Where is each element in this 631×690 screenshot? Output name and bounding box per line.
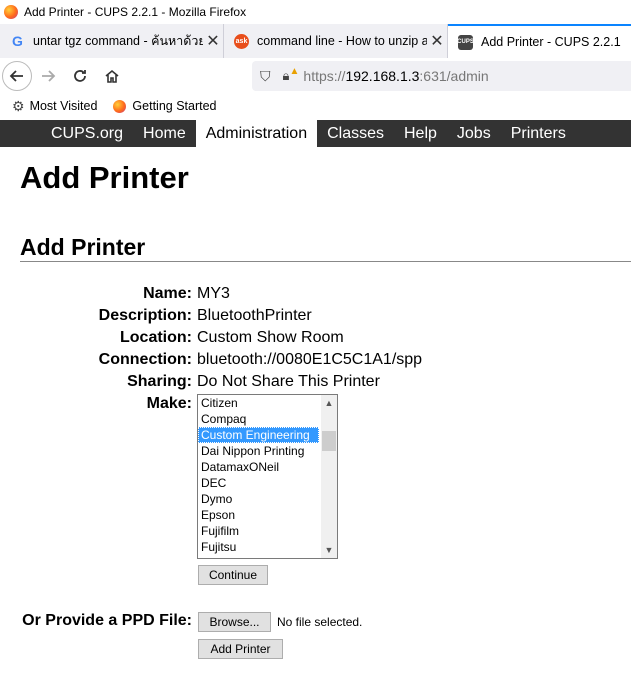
firefox-icon [4,5,18,19]
field-label: Location: [120,329,192,346]
home-button[interactable] [96,60,128,92]
field-make: Make: [0,395,192,415]
bookmark-most-visited[interactable]: ⚙ Most Visited [12,98,97,115]
scroll-up-icon[interactable]: ▲ [321,395,337,411]
menu-administration[interactable]: Administration [195,120,318,147]
menu-home[interactable]: Home [133,120,196,147]
lock-warning-icon[interactable]: 🔒︎ ▲ [283,66,300,84]
make-option-selected[interactable]: Custom Engineering [198,427,319,443]
make-option[interactable]: Fujifilm [198,523,337,539]
field-label: Connection: [98,351,192,368]
close-icon[interactable]: ✕ [427,31,447,51]
google-icon: G [12,33,23,49]
make-option[interactable]: Dymo [198,491,337,507]
forward-button[interactable] [32,60,64,92]
make-option[interactable]: DEC [198,475,337,491]
field-label: Name: [143,285,192,302]
make-option[interactable]: Epson [198,507,337,523]
bookmark-getting-started[interactable]: Getting Started [109,99,217,113]
menu-cups-org[interactable]: CUPS.org [41,120,133,147]
menu-classes[interactable]: Classes [317,120,394,147]
make-option[interactable]: Citizen [198,395,337,411]
listbox-scrollbar[interactable]: ▲ ▼ [321,395,337,558]
make-option[interactable]: Fujitsu [198,539,337,555]
menu-printers[interactable]: Printers [501,120,576,147]
field-label: Sharing: [127,373,192,390]
field-value: MY3 [197,285,230,302]
navigation-bar: ⛉ 🔒︎ ▲ https://192.168.1.3:631/admin [0,58,631,94]
field-description: Description: BluetoothPrinter [0,307,312,327]
menu-jobs[interactable]: Jobs [447,120,501,147]
make-option[interactable]: DatamaxONeil [198,459,337,475]
field-name: Name: MY3 [0,285,230,305]
field-value: Custom Show Room [197,329,344,346]
firefox-icon [113,99,127,113]
continue-button[interactable]: Continue [198,565,268,585]
url-bar[interactable]: ⛉ 🔒︎ ▲ https://192.168.1.3:631/admin [252,61,631,91]
ppd-label: Or Provide a PPD File: [22,612,192,629]
field-label: Description: [98,307,192,324]
tab-ask[interactable]: ask command line - How to unzip a ✕ [224,24,448,58]
cups-icon: CUPS [457,34,474,50]
tab-strip: G untar tgz command - ค้นหาด้วย G ✕ ask … [0,24,631,58]
section-title: Add Printer [20,234,146,260]
page-title: Add Printer [20,160,189,195]
make-listbox[interactable]: Citizen Compaq Custom Engineering Dai Ni… [197,394,338,559]
menu-help[interactable]: Help [394,120,447,147]
field-value: bluetooth://0080E1C5C1A1/spp [197,351,423,368]
tab-google[interactable]: G untar tgz command - ค้นหาด้วย G ✕ [0,24,224,58]
scroll-down-icon[interactable]: ▼ [321,542,337,558]
window-titlebar: Add Printer - CUPS 2.2.1 - Mozilla Firef… [0,0,631,24]
tab-cups-add-printer[interactable]: CUPS Add Printer - CUPS 2.2.1 [448,24,631,58]
divider [20,261,631,262]
window-title: Add Printer - CUPS 2.2.1 - Mozilla Firef… [24,5,247,19]
make-option[interactable]: Compaq [198,411,337,427]
reload-button[interactable] [64,60,96,92]
make-option[interactable]: Dai Nippon Printing [198,443,337,459]
url-text: https://192.168.1.3:631/admin [303,68,489,84]
field-value: Do Not Share This Printer [197,373,380,390]
back-button[interactable] [2,61,32,91]
arrow-left-icon [9,70,23,82]
close-icon[interactable]: ✕ [203,31,223,51]
field-connection: Connection: bluetooth://0080E1C5C1A1/spp [0,351,422,371]
home-icon [105,69,119,83]
field-sharing: Sharing: Do Not Share This Printer [0,373,380,393]
field-value: BluetoothPrinter [197,307,312,324]
no-file-text: No file selected. [277,615,363,629]
bookmarks-toolbar: ⚙ Most Visited Getting Started [0,94,631,118]
browse-button[interactable]: Browse... [198,612,271,632]
make-label: Make: [146,395,192,412]
gear-icon: ⚙ [12,97,25,114]
ask-icon: ask [234,33,249,49]
cups-menu: CUPS.org Home Administration Classes Hel… [0,120,631,147]
scrollbar-thumb[interactable] [322,431,336,451]
add-printer-button[interactable]: Add Printer [198,639,283,659]
arrow-right-icon [42,70,56,82]
field-location: Location: Custom Show Room [0,329,344,349]
reload-icon [74,70,86,82]
shield-icon[interactable]: ⛉ [260,68,271,85]
